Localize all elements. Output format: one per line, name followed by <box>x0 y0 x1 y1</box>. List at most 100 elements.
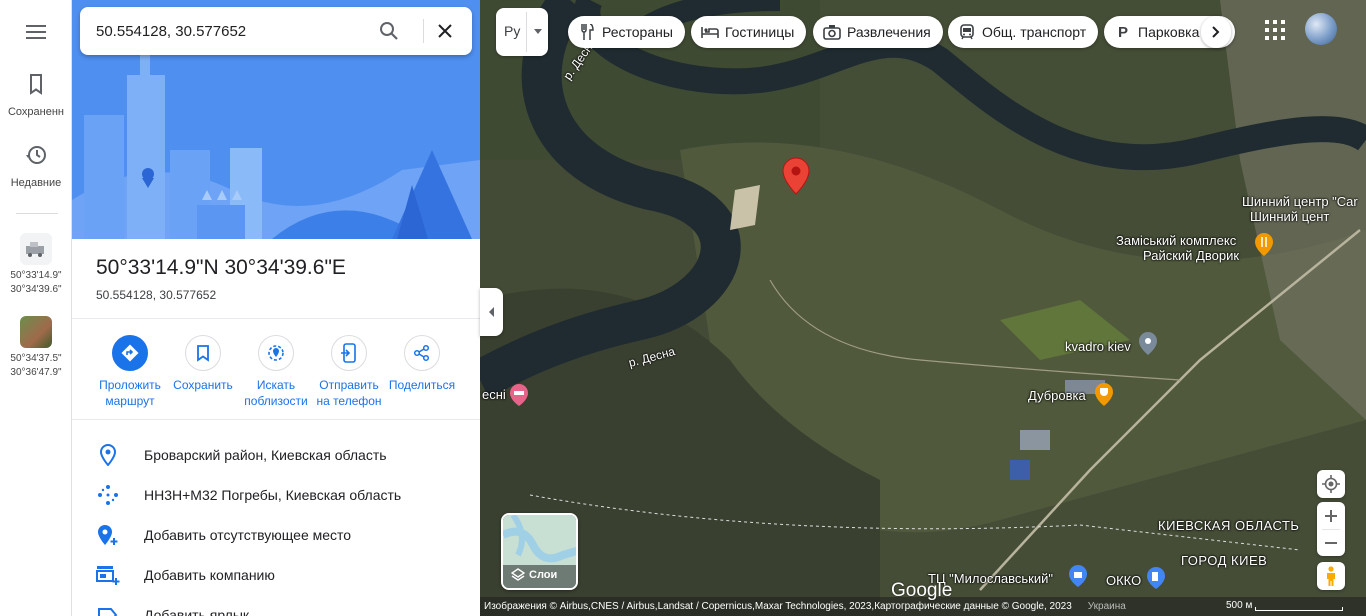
selected-location-pin[interactable] <box>782 157 810 200</box>
add-label-row[interactable]: Добавить ярлык <box>72 595 480 616</box>
chip-label: Общ. транспорт <box>982 24 1087 40</box>
menu-icon[interactable] <box>22 18 50 46</box>
zoom-out-button[interactable] <box>1317 530 1345 556</box>
recent-item[interactable]: 50°34'37.5" 30°36'47.9" <box>0 316 72 380</box>
trophy-poi-icon[interactable] <box>1094 382 1114 413</box>
search-icon <box>380 22 398 40</box>
transit-icon <box>958 23 976 41</box>
rail-divider <box>16 213 58 214</box>
directions-label-2: маршрут <box>105 394 155 408</box>
address-row[interactable]: Броварский район, Киевская область <box>72 435 480 475</box>
divider <box>72 419 480 420</box>
direction-label: Ру <box>504 23 521 39</box>
restaurant-poi-icon[interactable] <box>1254 232 1274 263</box>
saved-label: Сохраненн <box>7 106 64 118</box>
my-location-button[interactable] <box>1317 470 1345 498</box>
pegman-icon <box>1327 566 1335 586</box>
chip-label: Рестораны <box>602 24 673 40</box>
location-pin-icon <box>96 443 120 467</box>
zoom-in-button[interactable] <box>1317 502 1345 529</box>
language-direction-button[interactable]: Ру <box>496 8 548 56</box>
camera-icon <box>823 23 841 41</box>
saved-button[interactable]: Сохраненн <box>0 72 72 120</box>
scale-label[interactable]: 500 м <box>1226 600 1252 611</box>
history-icon <box>26 146 46 164</box>
directions-label: Проложить <box>99 378 161 392</box>
close-icon <box>438 24 452 38</box>
directions-icon <box>112 335 148 371</box>
clear-search-button[interactable] <box>433 19 457 43</box>
layers-button[interactable]: Слои <box>501 513 578 590</box>
place-label: Райский Дворик <box>1143 248 1240 263</box>
label-icon <box>96 603 120 616</box>
nearby-button[interactable]: Искать поблизости <box>240 335 312 409</box>
account-avatar[interactable] <box>1305 13 1337 45</box>
collapse-panel-button[interactable] <box>480 288 503 336</box>
chip-entertainment[interactable]: Развлечения <box>813 16 943 48</box>
send-label: Отправить <box>319 378 379 392</box>
restaurant-icon <box>578 23 596 41</box>
chip-hotels[interactable]: Гостиницы <box>691 16 807 48</box>
recent-item[interactable]: 50°33'14.9" 30°34'39.6" <box>0 233 72 297</box>
recent-lng: 30°34'39.6" <box>10 284 62 295</box>
place-label: Шинний центр "Car <box>1242 194 1358 209</box>
place-label: kvadro kiev <box>1065 339 1131 354</box>
hotel-poi-icon[interactable] <box>509 383 529 412</box>
search-separator <box>423 19 424 43</box>
recent-thumbnail <box>20 316 52 348</box>
save-button[interactable]: Сохранить <box>167 335 239 393</box>
place-label: Дубровка <box>1028 388 1086 403</box>
apps-grid-icon[interactable] <box>1263 18 1287 42</box>
layers-icon <box>511 568 525 581</box>
recent-lng: 30°36'47.9" <box>10 367 62 378</box>
place-label: есні <box>482 387 506 402</box>
nearby-search-icon <box>258 335 294 371</box>
chip-transit[interactable]: Общ. транспорт <box>948 16 1099 48</box>
divider <box>72 318 480 319</box>
add-business-row[interactable]: Добавить компанию <box>72 555 480 595</box>
shopping-poi-icon[interactable] <box>1068 564 1088 593</box>
left-rail: Сохраненн Недавние 50°33'14.9" 30°34'39.… <box>0 0 72 616</box>
minus-icon <box>1325 542 1337 544</box>
bookmark-icon <box>30 74 42 95</box>
chips-next-button[interactable] <box>1201 16 1231 48</box>
scale-bar <box>1255 607 1343 611</box>
chip-label: Парковка <box>1138 24 1200 40</box>
chip-label: Развлечения <box>847 24 931 40</box>
plus-code-icon <box>96 483 120 507</box>
recent-lat: 50°34'37.5" <box>10 353 62 364</box>
recent-button[interactable]: Недавние <box>0 143 72 191</box>
nearby-label-2: поблизости <box>244 394 308 408</box>
place-title: 50°33'14.9"N 30°34'39.6"E <box>96 256 346 279</box>
add-missing-place-text: Добавить отсутствующее место <box>144 527 352 543</box>
plus-code-row[interactable]: HH3H+M32 Погребы, Киевская область <box>72 475 480 515</box>
street-view-pegman[interactable] <box>1317 562 1345 590</box>
add-business-text: Добавить компанию <box>144 567 275 583</box>
zoom-controls <box>1317 502 1345 556</box>
layers-label-wrap: Слои <box>511 568 557 582</box>
nearby-label: Искать <box>256 378 296 392</box>
send-label-2: на телефон <box>316 394 382 408</box>
share-button[interactable]: Поделиться <box>386 335 458 393</box>
place-label: Шинний цент <box>1250 209 1330 224</box>
chip-restaurants[interactable]: Рестораны <box>568 16 685 48</box>
add-place-icon <box>96 523 120 547</box>
action-bar: Проложить маршрут Сохранить Искать побли… <box>94 335 464 415</box>
bookmark-icon <box>185 335 221 371</box>
place-label: ОККО <box>1106 573 1142 588</box>
region-label: КИЕВСКАЯ ОБЛАСТЬ <box>1158 518 1300 533</box>
send-to-phone-button[interactable]: Отправить на телефон <box>313 335 385 409</box>
gas-station-poi-icon[interactable] <box>1146 566 1166 595</box>
chevron-down-icon <box>534 29 542 34</box>
search-button[interactable] <box>377 19 401 43</box>
place-label: Заміський комплекс <box>1116 233 1237 248</box>
add-business-icon <box>96 563 120 587</box>
country-label[interactable]: Украина <box>1088 601 1126 612</box>
add-missing-place-row[interactable]: Добавить отсутствующее место <box>72 515 480 555</box>
address-text: Броварский район, Киевская область <box>144 447 387 463</box>
recent-lat: 50°33'14.9" <box>10 270 62 281</box>
search-input[interactable] <box>96 19 366 43</box>
place-poi-icon[interactable] <box>1138 331 1158 362</box>
chip-label: Гостиницы <box>725 24 795 40</box>
directions-button[interactable]: Проложить маршрут <box>94 335 166 409</box>
